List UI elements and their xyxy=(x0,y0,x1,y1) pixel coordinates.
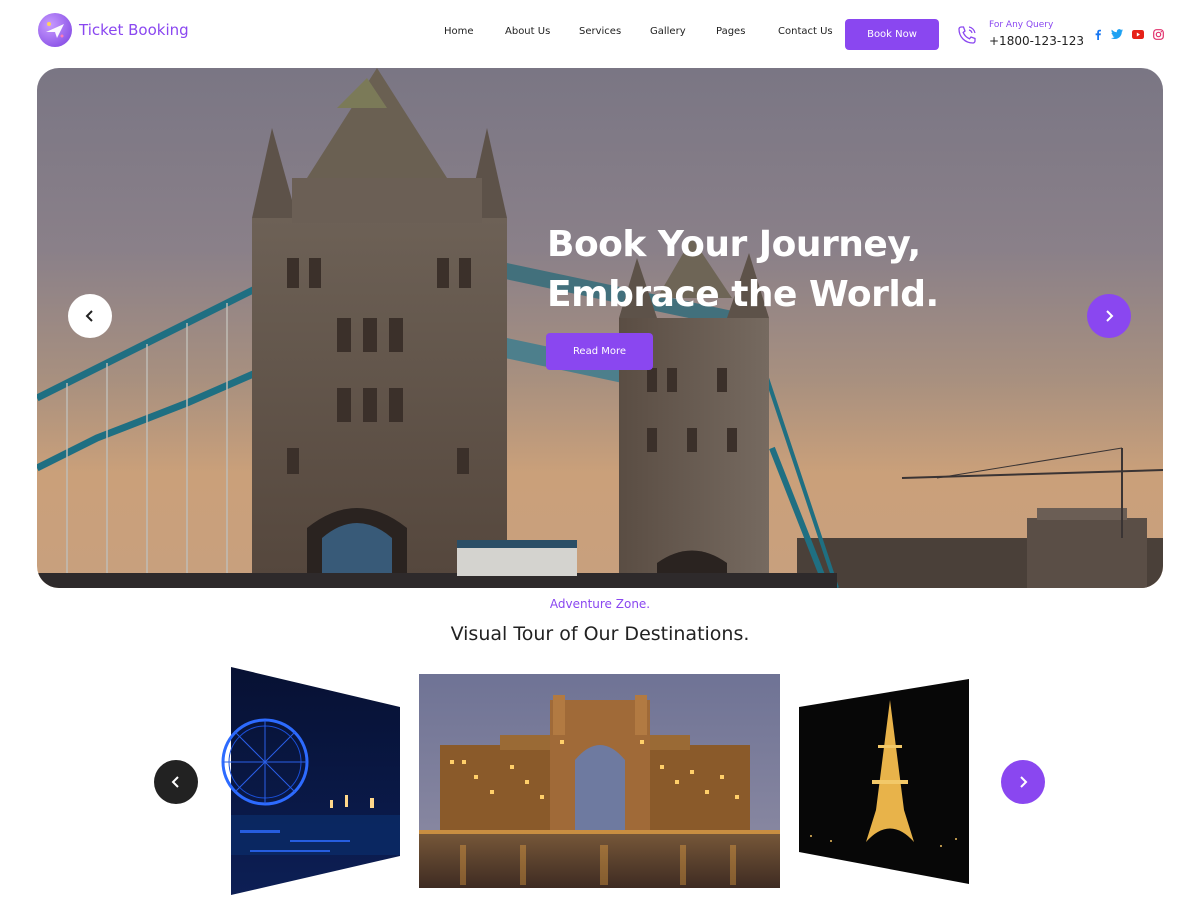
chevron-right-icon xyxy=(1020,776,1028,788)
eiffel-tower-image[interactable] xyxy=(799,679,969,884)
atlantis-image[interactable] xyxy=(419,674,780,888)
gallery-next-button[interactable] xyxy=(1001,760,1045,804)
gallery-prev-button[interactable] xyxy=(154,760,198,804)
chevron-left-icon xyxy=(171,776,179,788)
london-eye-image[interactable] xyxy=(221,667,400,895)
